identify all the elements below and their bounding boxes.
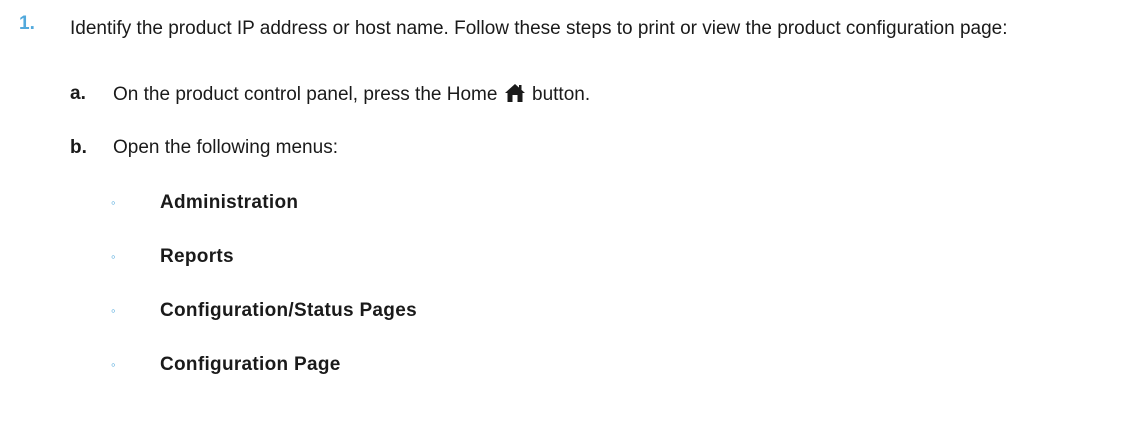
menu-label: Reports: [160, 246, 234, 267]
substep-text: Open the following menus:: [113, 137, 338, 158]
substep-letter: a.: [70, 83, 86, 104]
menu-label: Configuration/Status Pages: [160, 300, 417, 321]
menu-label: Administration: [160, 192, 299, 213]
substep-text-after: button.: [532, 84, 591, 105]
menu-label: Configuration Page: [160, 354, 341, 375]
bullet-icon: ◦: [111, 195, 116, 210]
step-text: Identify the product IP address or host …: [70, 18, 1008, 39]
home-icon: [504, 84, 525, 102]
step-number: 1.: [19, 13, 35, 34]
bullet-icon: ◦: [111, 249, 116, 264]
substep-letter: b.: [70, 137, 87, 158]
menu-item-reports: ◦ Reports: [0, 246, 1128, 276]
substep-text: On the product control panel, press the …: [113, 83, 590, 106]
substep-a: a. On the product control panel, press t…: [0, 83, 1128, 113]
bullet-icon: ◦: [111, 303, 116, 318]
menu-item-configuration-page: ◦ Configuration Page: [0, 354, 1128, 384]
substep-text-before: On the product control panel, press the …: [113, 84, 498, 105]
substep-b: b. Open the following menus:: [0, 137, 1128, 167]
menu-item-configuration-status-pages: ◦ Configuration/Status Pages: [0, 300, 1128, 330]
bullet-icon: ◦: [111, 357, 116, 372]
menu-item-administration: ◦ Administration: [0, 192, 1128, 222]
